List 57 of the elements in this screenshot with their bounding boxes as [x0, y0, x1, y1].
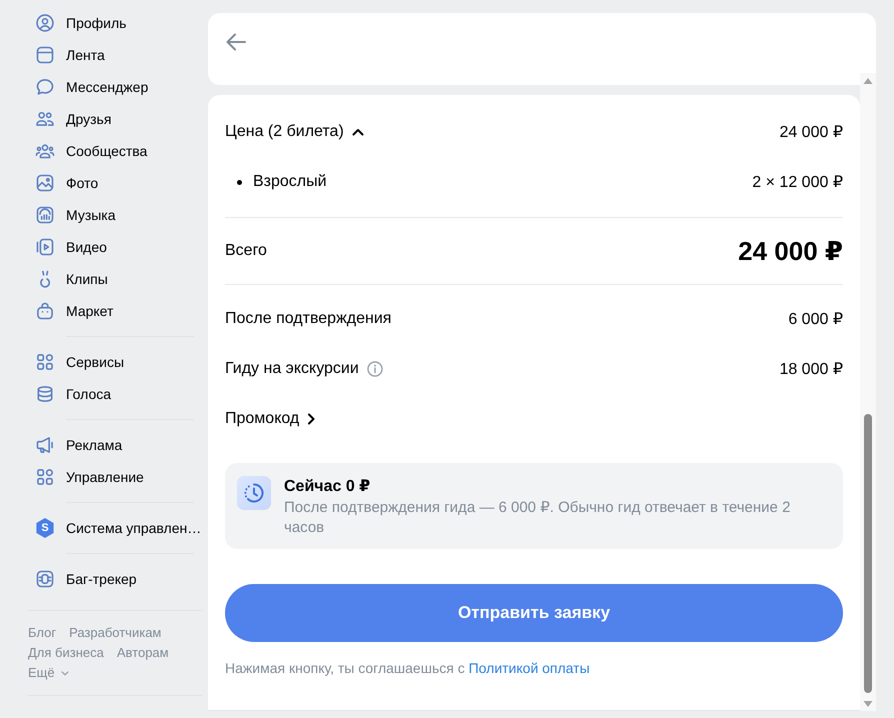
back-arrow-icon — [226, 33, 246, 51]
sidebar-item[interactable]: Сообщества — [26, 135, 202, 167]
sidebar-item[interactable]: Видео — [26, 231, 202, 263]
price-toggle[interactable]: Цена (2 билета) — [225, 123, 364, 141]
sidebar-item[interactable]: Сервисы — [26, 346, 202, 378]
user-circle-icon — [35, 13, 55, 33]
sidebar-item[interactable]: Мессенджер — [26, 71, 202, 103]
submit-button[interactable]: Отправить заявку — [225, 584, 843, 642]
sidebar-item[interactable]: Голоса — [26, 378, 202, 410]
promo-code-button[interactable]: Промокод — [225, 410, 316, 428]
sidebar-item[interactable]: Фото — [26, 167, 202, 199]
consent-text: Нажимая кнопку, ты соглашаешься с Политикой оплаты — [225, 659, 591, 678]
sidebar-item[interactable]: Реклама — [26, 429, 202, 461]
chevron-right-icon — [307, 413, 316, 425]
sidebar-item[interactable]: Управление — [26, 461, 202, 493]
grid-icon — [35, 352, 55, 372]
scrollbar[interactable] — [860, 73, 876, 711]
sidebar-item[interactable]: S Система управлен… — [26, 512, 202, 544]
sidebar-item[interactable]: Профиль — [26, 7, 202, 39]
price-value: 24 000 ₽ — [779, 123, 843, 142]
total-value: 24 000 ₽ — [738, 236, 843, 266]
ticket-price: 2 × 12 000 ₽ — [752, 173, 843, 192]
payment-policy-link[interactable]: Политикой оплаты — [468, 660, 590, 676]
back-button[interactable] — [224, 32, 248, 52]
chevron-down-icon — [60, 670, 69, 676]
sidebar-item[interactable]: Лента — [26, 39, 202, 71]
newsfeed-icon — [35, 45, 55, 65]
speech-bubble-icon — [35, 77, 55, 97]
sidebar-item[interactable]: Друзья — [26, 103, 202, 135]
music-bars-icon — [35, 205, 55, 225]
payment-value: 18 000 ₽ — [779, 360, 843, 379]
app-logo: S — [35, 518, 55, 538]
image-icon — [35, 173, 55, 193]
megaphone-icon — [35, 435, 55, 455]
total-label: Всего — [225, 242, 267, 260]
scrollbar-thumb[interactable] — [864, 414, 872, 693]
chip-icon — [35, 569, 55, 589]
play-icon — [35, 237, 55, 257]
sidebar-item[interactable]: Клипы — [26, 263, 202, 295]
notice-text: После подтверждения гида — 6 000 ₽. Обычно гид отвечает в течение 2 часов — [284, 498, 792, 538]
bullet-icon — [237, 180, 242, 184]
ticket-type-label: Взрослый — [253, 173, 327, 191]
scroll-up-icon[interactable] — [863, 77, 873, 85]
clock-icon — [237, 476, 271, 510]
scroll-down-icon[interactable] — [863, 700, 873, 708]
info-icon[interactable] — [366, 361, 383, 377]
payment-label: После подтверждения — [225, 310, 392, 328]
bag-icon — [35, 301, 55, 321]
sidebar-item[interactable]: Баг-трекер — [26, 563, 202, 595]
grid-icon — [35, 467, 55, 487]
payment-label: Гиду на экскурсии — [225, 360, 359, 378]
payment-value: 6 000 ₽ — [788, 310, 843, 329]
two-people-icon — [35, 109, 55, 129]
notice-title: Сейчас 0 ₽ — [284, 477, 372, 497]
sidebar-item[interactable]: Музыка — [26, 199, 202, 231]
sidebar-item[interactable]: Маркет — [26, 295, 202, 327]
coin-stack-icon — [35, 384, 55, 404]
